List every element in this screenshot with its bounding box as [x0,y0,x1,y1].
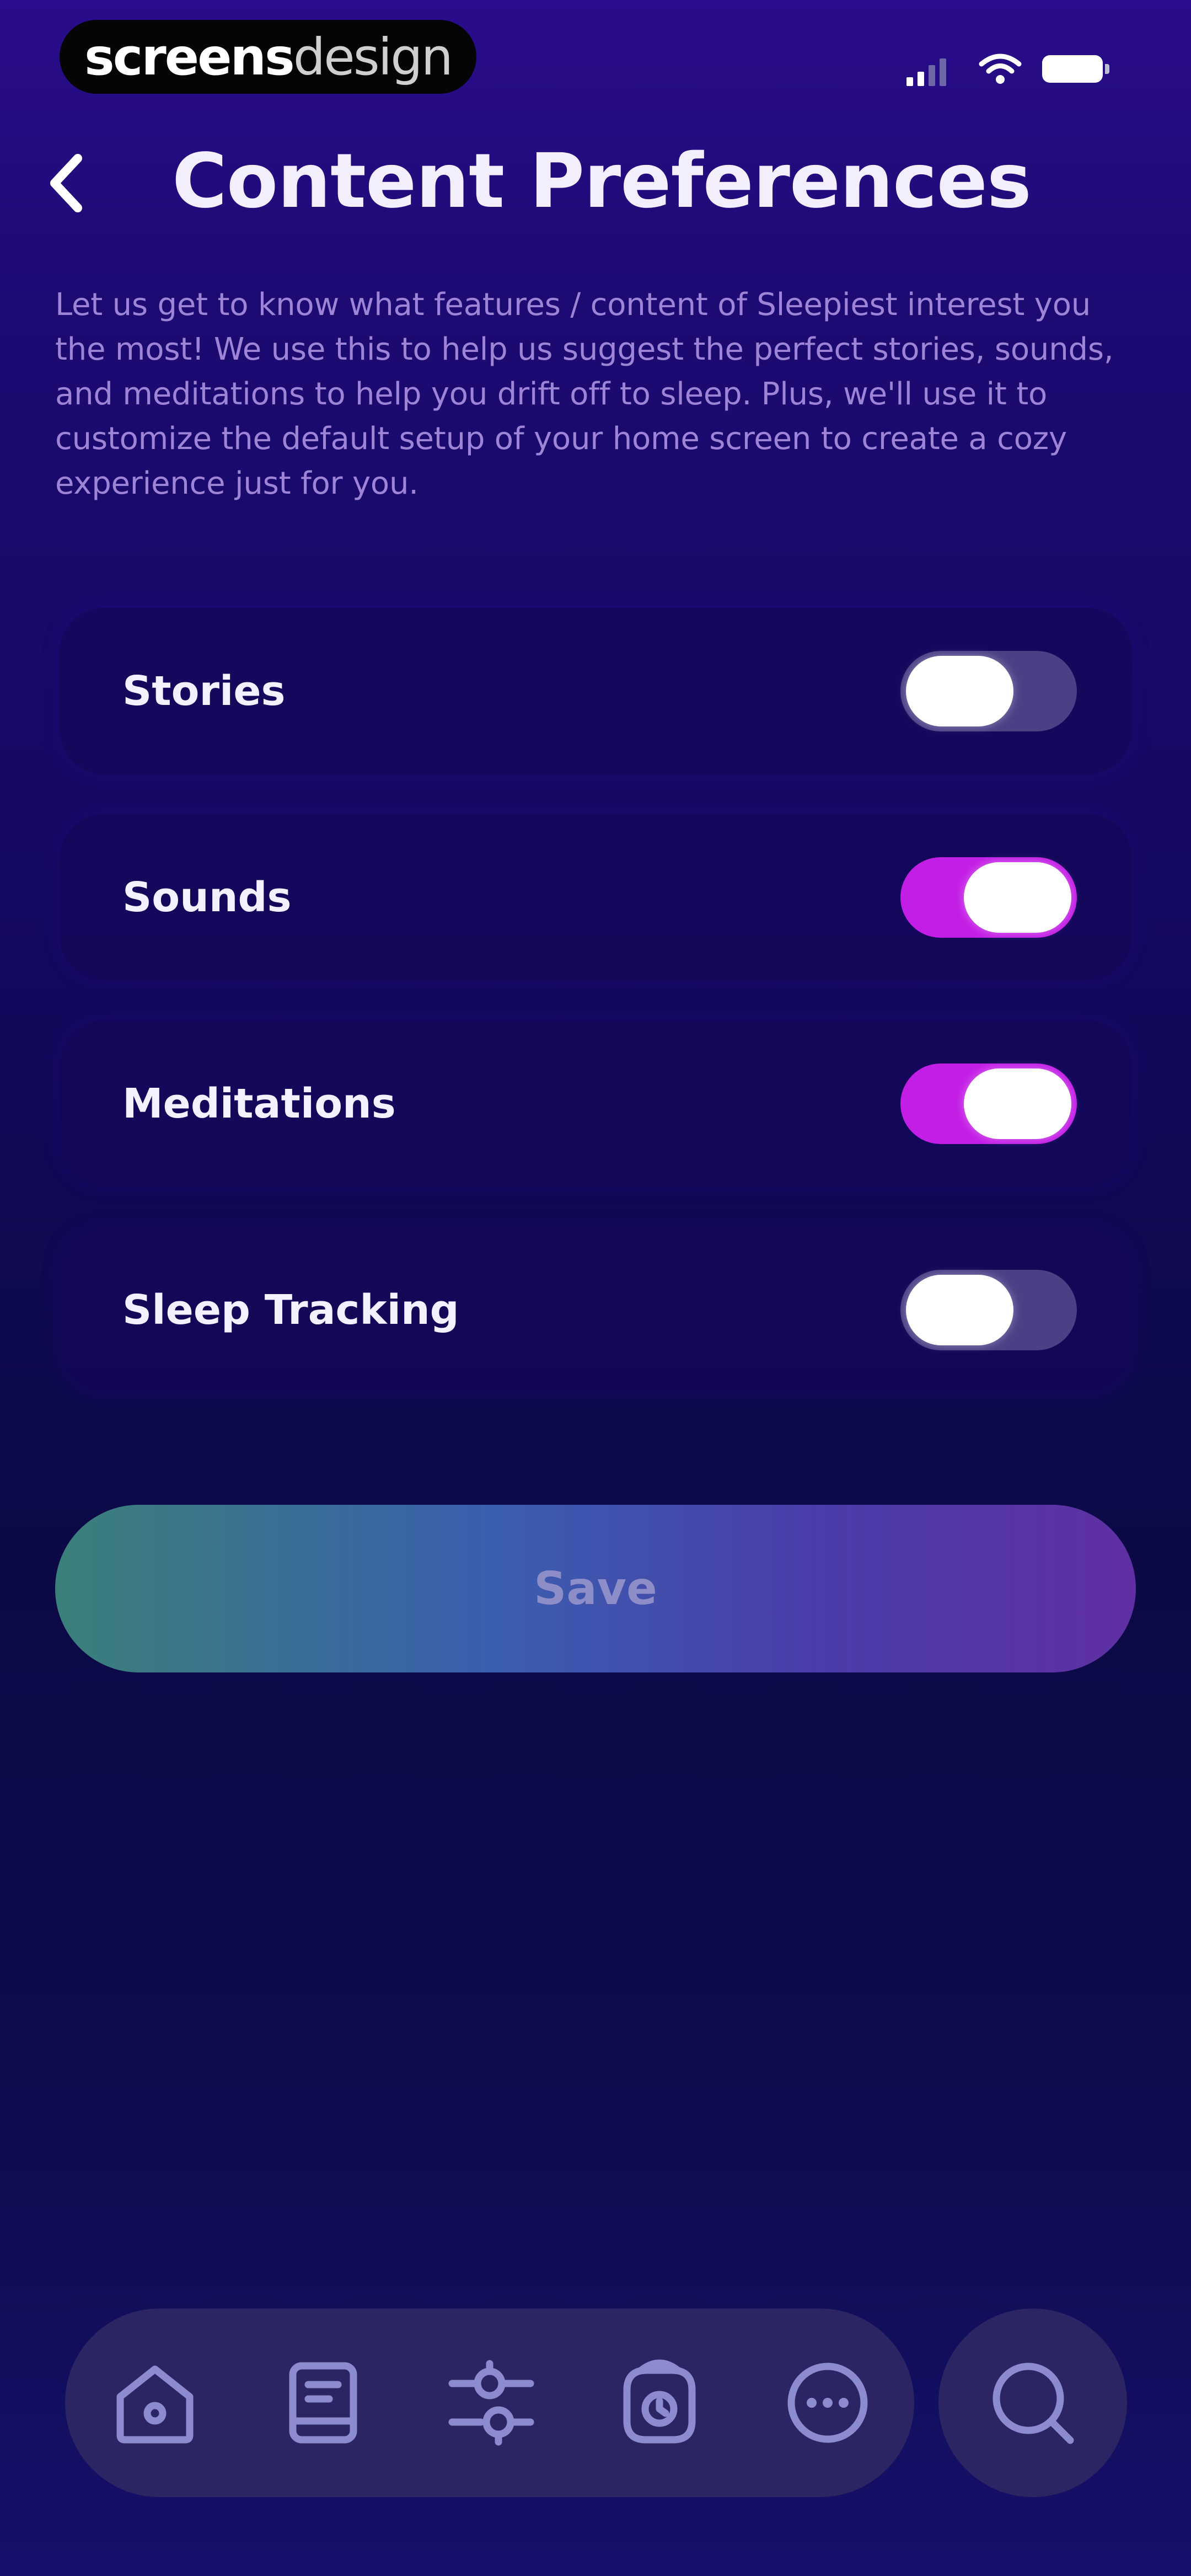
sounds-toggle[interactable] [900,857,1077,938]
home-icon [116,2365,194,2444]
preference-label: Meditations [122,1080,396,1127]
toggle-knob [964,862,1071,933]
content-preferences-screen: screens design Content Preferences Let us… [0,0,1191,2576]
back-button[interactable] [39,145,94,222]
library-book-icon [289,2362,357,2444]
search-icon [993,2363,1074,2444]
preference-label: Sounds [122,874,292,921]
search-button[interactable] [938,2308,1127,2497]
preference-label: Sleep Tracking [122,1286,459,1334]
nav-library[interactable] [260,2339,387,2466]
stories-toggle[interactable] [900,651,1077,731]
nav-alarm[interactable] [596,2339,723,2466]
meditations-toggle[interactable] [900,1063,1077,1144]
nav-home[interactable] [92,2339,218,2466]
toggle-knob [906,1275,1013,1345]
sliders-icon [448,2360,534,2446]
chevron-left-icon [50,154,82,212]
toggle-knob [906,656,1013,726]
watermark-part2: design [293,27,453,87]
preference-label: Stories [122,667,286,715]
alarm-clock-icon [623,2359,696,2444]
bottom-nav [65,2308,914,2497]
screensdesign-watermark: screens design [60,20,476,94]
more-icon [787,2363,868,2443]
toggle-knob [964,1068,1071,1139]
save-button[interactable]: Save [55,1505,1136,1672]
status-icons [906,53,1116,86]
preference-row-sounds: Sounds [60,814,1132,981]
watermark-part1: screens [84,27,295,87]
preference-row-stories: Stories [60,608,1132,774]
sleep-tracking-toggle[interactable] [900,1270,1077,1350]
preference-row-sleep-tracking: Sleep Tracking [60,1227,1132,1393]
nav-sliders[interactable] [428,2339,555,2466]
preference-row-meditations: Meditations [60,1020,1132,1187]
battery-icon [1042,55,1109,83]
nav-more[interactable] [764,2339,891,2466]
page-title: Content Preferences [172,138,1032,225]
wifi-icon [979,54,1022,84]
intro-description: Let us get to know what features / conte… [55,287,1114,501]
